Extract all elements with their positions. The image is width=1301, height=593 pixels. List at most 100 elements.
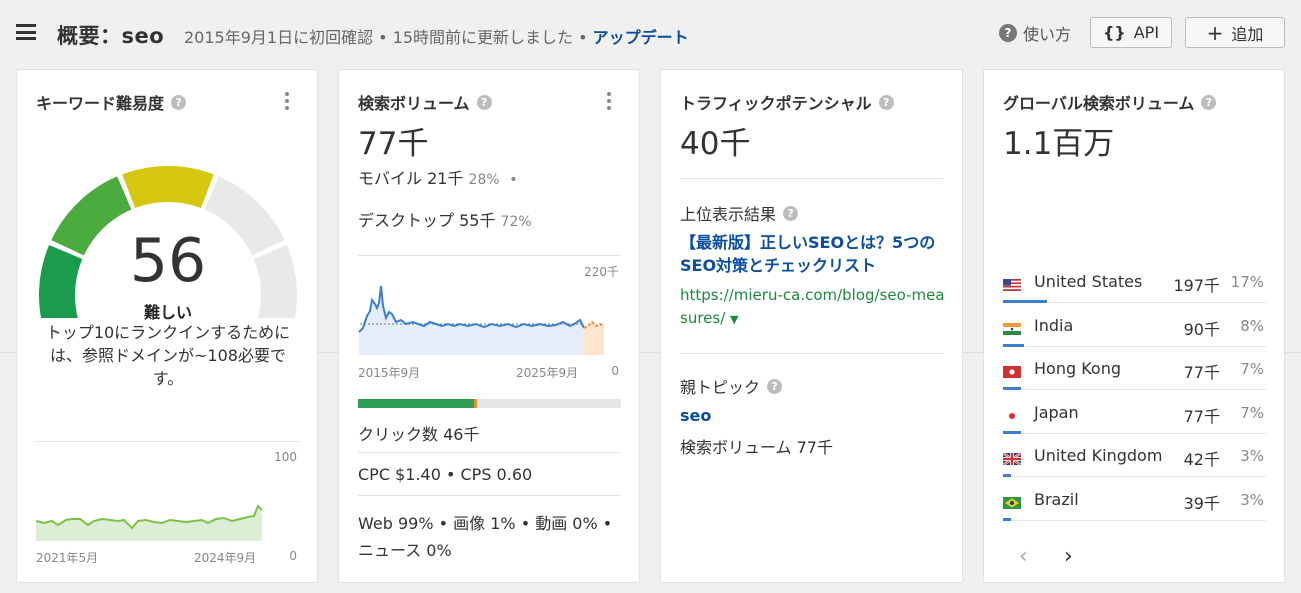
volume-title-text: 検索ボリューム (358, 94, 470, 113)
page-meta: 2015年9月1日に初回確認 • 15時間前に更新しました • アップデート (184, 24, 689, 48)
traffic-value: 40千 (680, 126, 751, 162)
gb-flag-icon (1002, 450, 1022, 466)
volume-history-chart (358, 285, 605, 355)
top-result-title-link[interactable]: 【最新版】正しいSEOとは？5つのSEO対策とチェックリスト (680, 231, 950, 277)
search-volume-card: 検索ボリューム ? 77千 モバイル 21千 28% • デスクトップ 55千 … (338, 69, 640, 583)
country-pct: 7% (1240, 360, 1264, 378)
top-result-url-link[interactable]: https://mieru-ca.com/blog/seo-measures/ … (680, 284, 950, 331)
mobile-volume: モバイル 21千 28% • (358, 165, 517, 189)
country-name[interactable]: United States (1034, 272, 1142, 291)
parent-topic-volume: 検索ボリューム 77千 (680, 438, 833, 457)
kd-chart-x-start: 2021年5月 (36, 551, 99, 565)
country-pct: 17% (1230, 273, 1264, 291)
top-result-url-text: https://mieru-ca.com/blog/seo-measures/ (680, 286, 945, 327)
more-options-icon[interactable] (606, 92, 612, 110)
kd-chart-max: 100 (274, 450, 297, 464)
kd-history-chart (36, 504, 263, 541)
country-name[interactable]: United Kingdom (1034, 446, 1162, 465)
add-button[interactable]: + 追加 (1185, 17, 1285, 48)
more-options-icon[interactable] (284, 92, 290, 110)
country-name[interactable]: Brazil (1034, 490, 1079, 509)
country-volume: 90千 (1183, 319, 1220, 339)
divider (680, 178, 943, 179)
api-label: API (1133, 23, 1160, 42)
help-icon: ? (999, 24, 1017, 42)
country-pct: 7% (1240, 403, 1264, 422)
country-row[interactable]: United Kingdom 42千 3% (1002, 434, 1266, 477)
desktop-pct: 72% (500, 214, 532, 230)
country-name[interactable]: Japan (1034, 403, 1079, 422)
help-icon[interactable]: ? (476, 94, 492, 110)
parent-topic-label: 親トピック ? (680, 374, 783, 398)
global-title-text: グローバル検索ボリューム (1003, 94, 1195, 113)
help-icon[interactable]: ? (1201, 94, 1217, 110)
caret-down-icon[interactable]: ▼ (730, 313, 738, 326)
help-link[interactable]: ? 使い方 (999, 21, 1071, 45)
country-volume: 77千 (1183, 406, 1220, 426)
help-icon[interactable]: ? (171, 94, 187, 110)
mobile-label: モバイル 21千 (358, 169, 464, 188)
chevron-right-icon[interactable]: › (1064, 544, 1073, 569)
clicks-bar (358, 399, 621, 408)
api-button[interactable]: {} API (1090, 17, 1172, 48)
country-volume: 42千 (1183, 450, 1220, 469)
last-updated-text: 2015年9月1日に初回確認 • 15時間前に更新しました • (184, 28, 588, 47)
kd-chart-min: 0 (289, 549, 297, 563)
gauge-segment (122, 166, 214, 209)
hamburger-menu-icon[interactable] (16, 24, 36, 40)
volume-value: 77千 (358, 126, 429, 162)
help-icon[interactable]: ? (878, 94, 894, 110)
serp-types: Web 99% • 画像 1% • 動画 0% • ニュース 0% (358, 514, 613, 560)
country-share-bar (1003, 517, 1011, 521)
kd-title-text: キーワード難易度 (36, 94, 165, 113)
kd-chart-x-end: 2024年9月 (194, 551, 257, 565)
parent-topic-label-text: 親トピック (680, 378, 761, 397)
clicks-count: クリック数 46千 (358, 425, 480, 444)
country-pct: 3% (1240, 447, 1264, 465)
country-row[interactable]: Brazil 39千 3% (1003, 478, 1266, 521)
country-pct: 8% (1240, 316, 1264, 335)
help-label: 使い方 (1023, 25, 1072, 44)
hk-flag-icon (1003, 363, 1021, 378)
update-link[interactable]: アップデート (593, 28, 689, 47)
traffic-potential-card: トラフィックポテンシャル ? 40千 上位表示結果 ? 【最新版】正しいSEOと… (660, 69, 963, 583)
volume-chart-x-end: 2025年9月 (516, 366, 579, 380)
volume-chart-min: 0 (611, 364, 619, 378)
kd-title: キーワード難易度 ? (36, 90, 187, 114)
br-flag-icon (1003, 494, 1021, 509)
country-volume: 39千 (1183, 493, 1220, 513)
page-title: 概要：seo (57, 24, 165, 48)
bullet-separator: • (504, 172, 518, 188)
country-name[interactable]: Hong Kong (1034, 359, 1121, 378)
parent-topic-link[interactable]: seo (680, 406, 711, 425)
mobile-pct: 28% (468, 172, 500, 188)
country-name[interactable]: India (1034, 316, 1073, 335)
add-label: 追加 (1231, 24, 1264, 44)
country-row[interactable]: India 90千 8% (1003, 304, 1266, 347)
help-icon[interactable]: ? (767, 378, 783, 394)
chevron-left-icon[interactable]: ‹ (1019, 544, 1028, 569)
kd-score: 56 (129, 226, 207, 296)
divider (358, 452, 621, 453)
top-result-label: 上位表示結果 ? (680, 201, 799, 225)
global-title: グローバル検索ボリューム ? (1003, 90, 1217, 114)
desktop-label: デスクトップ 55千 (358, 211, 496, 230)
cpc-cps: CPC $1.40 • CPS 0.60 (358, 465, 533, 484)
global-value: 1.1百万 (1003, 126, 1115, 162)
country-volume: 77千 (1183, 363, 1220, 382)
country-pct: 3% (1240, 490, 1264, 509)
country-row[interactable]: United States 197千 17% (1003, 260, 1266, 303)
traffic-title: トラフィックポテンシャル ? (680, 90, 894, 114)
plus-icon: + (1206, 20, 1224, 45)
country-volume: 197千 (1173, 276, 1220, 295)
help-icon[interactable]: ? (783, 205, 799, 221)
us-flag-icon (1003, 276, 1021, 291)
jp-flag-icon (1003, 407, 1021, 422)
top-result-label-text: 上位表示結果 (680, 205, 777, 224)
divider (358, 495, 621, 496)
country-row[interactable]: Hong Kong 77千 7% (1003, 347, 1266, 390)
country-row[interactable]: Japan 77千 7% (1003, 391, 1266, 434)
code-braces-icon: {} (1102, 23, 1126, 42)
global-volume-card: グローバル検索ボリューム ? 1.1百万 United States 197千 17… (983, 69, 1285, 583)
divider (680, 353, 943, 354)
